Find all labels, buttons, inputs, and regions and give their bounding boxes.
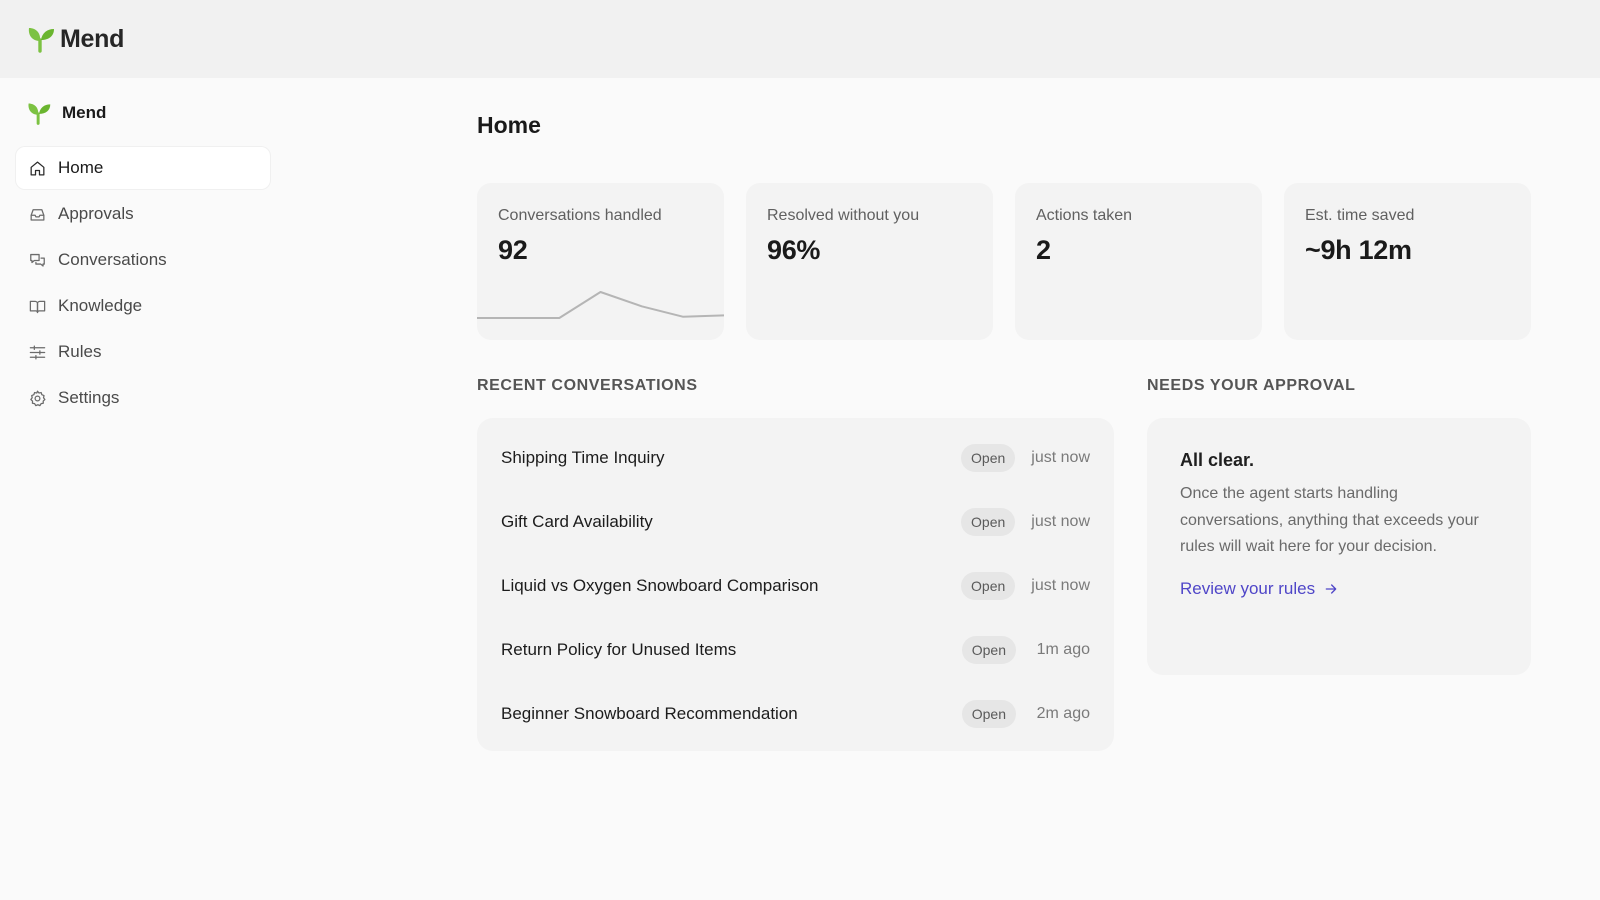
sidebar-item-approvals[interactable]: Approvals — [16, 193, 270, 235]
app-brand[interactable]: Mend — [26, 24, 124, 54]
conversation-title: Liquid vs Oxygen Snowboard Comparison — [501, 576, 819, 595]
page-title: Home — [477, 112, 541, 138]
sidebar-item-home[interactable]: Home — [16, 147, 270, 189]
conversations-sparkline — [477, 291, 724, 319]
stat-value: 2 — [1036, 235, 1051, 265]
conversation-title: Shipping Time Inquiry — [501, 448, 665, 467]
stat-label: Est. time saved — [1305, 207, 1415, 224]
conversation-list: Shipping Time Inquiry Open just now Gift… — [477, 418, 1114, 751]
sidebar-item-label: Rules — [58, 342, 102, 361]
sidebar-brand-name: Mend — [62, 103, 107, 122]
sprout-logo-icon — [26, 100, 52, 126]
conversation-time: 1m ago — [1036, 641, 1090, 658]
conversation-time: just now — [1031, 449, 1090, 466]
stat-label: Resolved without you — [767, 207, 920, 224]
approval-heading: All clear. — [1180, 450, 1255, 470]
status-badge: Open — [961, 572, 1016, 600]
app-name: Mend — [60, 24, 125, 53]
status-badge: Open — [961, 636, 1016, 664]
stats-row: Conversations handled 92 Resolved withou… — [477, 183, 1531, 340]
home-icon — [27, 158, 47, 178]
sidebar-item-label: Conversations — [58, 250, 167, 269]
sidebar-item-conversations[interactable]: Conversations — [16, 239, 270, 281]
conversation-row[interactable]: Liquid vs Oxygen Snowboard Comparison Op… — [501, 554, 1090, 618]
recent-conversations-section: RECENT CONVERSATIONS Shipping Time Inqui… — [477, 377, 1114, 751]
stat-label: Conversations handled — [498, 207, 662, 224]
review-rules-label: Review your rules — [1180, 578, 1316, 598]
conversation-title: Beginner Snowboard Recommendation — [501, 704, 798, 723]
needs-approval-section: NEEDS YOUR APPROVAL All clear. Once the … — [1147, 377, 1531, 675]
sidebar-item-knowledge[interactable]: Knowledge — [16, 285, 270, 327]
status-badge: Open — [961, 444, 1016, 472]
conversation-row[interactable]: Return Policy for Unused Items Open 1m a… — [501, 618, 1090, 682]
book-icon — [27, 296, 47, 316]
sidebar-brand[interactable]: Mend — [16, 96, 270, 130]
sidebar-item-label: Settings — [58, 388, 120, 407]
stat-value: 96% — [767, 235, 821, 265]
review-rules-link[interactable]: Review your rules — [1180, 579, 1499, 599]
stat-card-conversations-handled[interactable]: Conversations handled 92 — [477, 183, 724, 340]
inbox-icon — [27, 204, 47, 224]
conversation-row[interactable]: Beginner Snowboard Recommendation Open 2… — [501, 682, 1090, 746]
section-title: RECENT CONVERSATIONS — [477, 377, 698, 394]
section-title: NEEDS YOUR APPROVAL — [1147, 377, 1356, 394]
sidebar-item-settings[interactable]: Settings — [16, 377, 270, 419]
conversation-time: just now — [1031, 513, 1090, 530]
stat-card-est-time-saved[interactable]: Est. time saved ~9h 12m — [1284, 183, 1531, 340]
conversation-time: 2m ago — [1036, 705, 1090, 722]
sliders-icon — [27, 342, 47, 362]
conversation-row[interactable]: Shipping Time Inquiry Open just now — [501, 426, 1090, 490]
gear-icon — [27, 388, 47, 408]
stat-card-actions-taken[interactable]: Actions taken 2 — [1015, 183, 1262, 340]
chat-bubbles-icon — [27, 250, 47, 270]
status-badge: Open — [961, 508, 1016, 536]
conversation-title: Return Policy for Unused Items — [501, 640, 737, 659]
conversation-time: just now — [1031, 577, 1090, 594]
main-content: Home Conversations handled 92 Resolved w… — [477, 112, 1537, 751]
stat-value: ~9h 12m — [1305, 235, 1412, 265]
stat-label: Actions taken — [1036, 207, 1133, 224]
approval-description: Once the agent starts handling conversat… — [1180, 485, 1479, 555]
sidebar-item-rules[interactable]: Rules — [16, 331, 270, 373]
conversation-row[interactable]: Gift Card Availability Open just now — [501, 490, 1090, 554]
approval-empty-card: All clear. Once the agent starts handlin… — [1147, 418, 1531, 675]
sidebar-item-label: Knowledge — [58, 296, 143, 315]
sidebar: Mend Home Approvals Conversations Knowle… — [16, 96, 270, 423]
arrow-right-icon — [1325, 583, 1337, 594]
sprout-logo-icon — [26, 24, 56, 54]
status-badge: Open — [961, 700, 1016, 728]
top-bar: Mend — [0, 0, 1600, 78]
stat-value: 92 — [498, 235, 528, 265]
conversation-title: Gift Card Availability — [501, 512, 653, 531]
sidebar-item-label: Home — [58, 158, 104, 177]
stat-card-resolved-without-you[interactable]: Resolved without you 96% — [746, 183, 993, 340]
sidebar-item-label: Approvals — [58, 204, 134, 223]
